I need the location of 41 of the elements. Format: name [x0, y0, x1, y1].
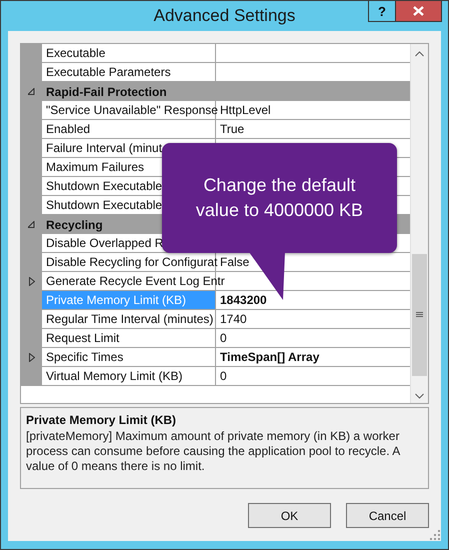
property-name[interactable]: Shutdown Executable	[46, 179, 162, 193]
close-icon	[413, 6, 424, 16]
resize-grip-icon[interactable]	[430, 530, 440, 540]
property-name[interactable]: Regular Time Interval (minutes)	[46, 312, 214, 326]
close-button[interactable]	[396, 1, 442, 22]
callout-tooltip: Change the default value to 4000000 KB	[162, 143, 397, 253]
property-name[interactable]: Generate Recycle Event Log Entr	[46, 274, 225, 288]
description-title: Private Memory Limit (KB)	[26, 413, 178, 427]
property-value[interactable]: 0	[220, 331, 227, 345]
scroll-down-icon[interactable]	[415, 393, 424, 399]
property-value[interactable]: 0	[220, 369, 227, 383]
property-name[interactable]: Maximum Failures	[46, 160, 144, 174]
cancel-button[interactable]: Cancel	[346, 503, 429, 528]
scroll-up-icon[interactable]	[415, 51, 424, 57]
property-name[interactable]: Executable Parameters	[46, 65, 171, 79]
description-text: [privateMemory] Maximum amount of private memory (in KB) a worker process can consume before causing the application pool to recycle. A value of 0 means there is no limit.	[26, 429, 402, 474]
property-value[interactable]: 1843200	[220, 293, 267, 307]
property-value[interactable]: 1740	[220, 312, 247, 326]
property-name[interactable]: Executable	[46, 46, 106, 60]
property-name[interactable]: Request Limit	[46, 331, 120, 345]
expand-icon[interactable]	[28, 277, 34, 286]
property-value[interactable]: True	[220, 122, 244, 136]
scrollbar[interactable]	[410, 44, 428, 403]
property-value[interactable]: HttpLevel	[220, 103, 271, 117]
window-title: Advanced Settings	[154, 6, 296, 26]
category-header[interactable]: Recycling	[46, 218, 103, 232]
ok-button[interactable]: OK	[248, 503, 331, 528]
property-name[interactable]: Shutdown Executable	[46, 198, 162, 212]
property-name[interactable]: Specific Times	[46, 350, 124, 364]
scroll-thumb[interactable]	[412, 254, 427, 376]
property-name[interactable]: Virtual Memory Limit (KB)	[46, 369, 182, 383]
property-name[interactable]: "Service Unavailable" Response	[46, 103, 218, 117]
collapse-icon[interactable]	[28, 88, 35, 95]
property-name[interactable]: Enabled	[46, 122, 90, 136]
help-button[interactable]: ?	[368, 1, 396, 22]
property-name[interactable]: Failure Interval (minut	[46, 141, 162, 155]
property-value[interactable]: False	[220, 255, 250, 269]
expand-icon[interactable]	[28, 353, 34, 362]
property-name[interactable]: Disable Recycling for Configurat	[46, 255, 218, 269]
collapse-icon[interactable]	[28, 221, 35, 228]
property-value[interactable]: TimeSpan[] Array	[220, 350, 320, 364]
